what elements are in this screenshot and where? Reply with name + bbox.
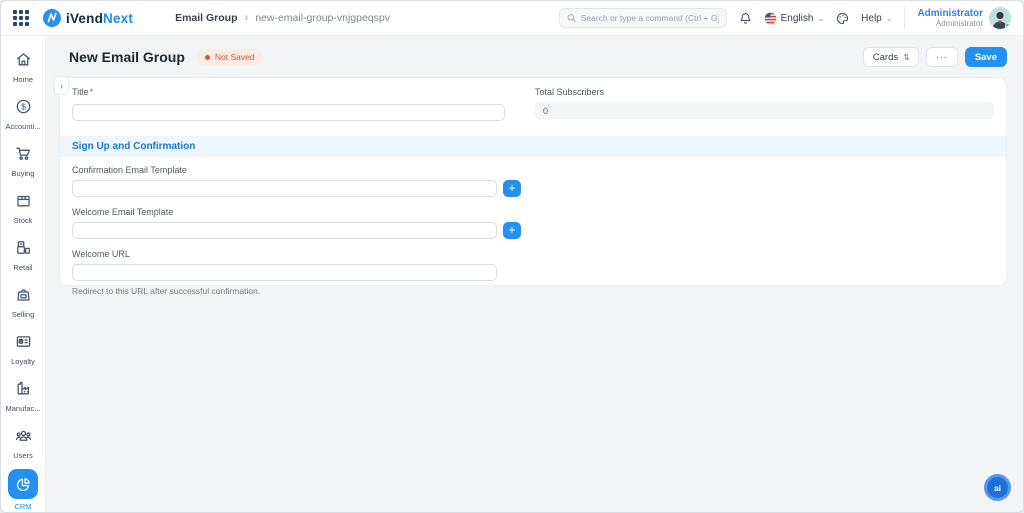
welcome-url-description: Redirect to this URL after successful co… xyxy=(72,285,261,296)
home-icon xyxy=(9,46,37,72)
ellipsis-icon: ··· xyxy=(935,51,948,62)
section-title: Sign Up and Confirmation xyxy=(72,141,196,152)
workspace-sidebar: Home $ Accounti... Buying Stock Retail S… xyxy=(1,36,46,512)
shopping-bag-icon xyxy=(9,281,37,307)
notifications-bell-icon[interactable] xyxy=(739,12,752,25)
language-label: English xyxy=(780,12,814,24)
search-input[interactable] xyxy=(580,13,719,23)
title-input[interactable] xyxy=(72,103,505,121)
sidebar-item-crm[interactable]: CRM xyxy=(1,469,46,511)
welcome-email-template-input[interactable] xyxy=(72,221,497,239)
accounting-icon: $ xyxy=(9,93,37,119)
avatar[interactable] xyxy=(989,7,1011,29)
plus-icon: + xyxy=(508,222,516,237)
sidebar-item-accounting[interactable]: $ Accounti... xyxy=(1,93,46,131)
app-launcher-icon[interactable] xyxy=(13,10,29,26)
global-search[interactable] xyxy=(558,8,727,28)
status-dot-icon xyxy=(204,54,210,60)
breadcrumb-parent[interactable]: Email Group xyxy=(175,12,237,24)
total-subscribers-label: Total Subscribers xyxy=(535,87,605,97)
sidebar-item-users[interactable]: Users xyxy=(1,422,46,460)
chevron-right-icon: › xyxy=(60,80,63,91)
form-row-top: Title* Total Subscribers 0 xyxy=(60,78,1006,136)
crm-pie-icon xyxy=(8,469,38,499)
add-confirmation-template-button[interactable]: + xyxy=(503,179,521,197)
breadcrumb-separator-icon: › xyxy=(244,12,249,24)
help-menu[interactable]: Help ⌄ xyxy=(861,13,892,24)
box-icon xyxy=(9,187,37,213)
field-confirmation-email-template: Confirmation Email Template + xyxy=(72,165,521,197)
language-selector[interactable]: English ⌄ xyxy=(763,11,825,25)
sidebar-item-retail[interactable]: Retail xyxy=(1,234,46,272)
pos-terminal-icon xyxy=(9,234,37,260)
factory-icon xyxy=(9,375,37,401)
app-logo[interactable]: iVendNext xyxy=(43,9,133,27)
online-status-dot xyxy=(1005,23,1011,29)
logo-icon xyxy=(43,9,61,27)
page-title: New Email Group xyxy=(69,49,185,65)
section-signup-confirmation: Sign Up and Confirmation xyxy=(60,135,1006,157)
status-badge: Not Saved xyxy=(196,49,263,65)
logo-text: iVendNext xyxy=(66,10,134,26)
sidebar-expand-toggle[interactable]: › xyxy=(54,76,69,95)
page-header: New Email Group Not Saved Cards ⇅ ··· Sa… xyxy=(69,47,1007,67)
field-welcome-email-template: Welcome Email Template + xyxy=(72,207,521,239)
sidebar-item-stock[interactable]: Stock xyxy=(1,187,46,225)
save-button[interactable]: Save xyxy=(964,47,1007,67)
welcome-url-label: Welcome URL xyxy=(72,248,130,259)
app-window: iVendNext Email Group › new-email-group-… xyxy=(0,0,1024,513)
main-content: New Email Group Not Saved Cards ⇅ ··· Sa… xyxy=(46,36,1023,512)
breadcrumb-current: new-email-group-vnjgpeqspv xyxy=(255,12,391,24)
user-name: Administrator xyxy=(917,7,983,19)
top-navbar: iVendNext Email Group › new-email-group-… xyxy=(1,1,1023,36)
svg-text:$: $ xyxy=(21,101,26,111)
id-card-icon xyxy=(9,328,37,354)
total-subscribers-value: 0 xyxy=(535,102,994,119)
form-fields: Confirmation Email Template + Welcome Em… xyxy=(60,157,533,296)
field-welcome-url: Welcome URL Redirect to this URL after s… xyxy=(72,249,521,296)
title-field-label: Title* xyxy=(72,87,94,97)
confirmation-email-template-input[interactable] xyxy=(72,179,497,197)
divider xyxy=(904,7,906,29)
plus-icon: + xyxy=(508,180,516,195)
ai-assistant-button[interactable]: ai xyxy=(984,474,1011,501)
sidebar-item-buying[interactable]: Buying xyxy=(1,140,46,178)
user-menu[interactable]: Administrator Administrator xyxy=(917,7,1011,29)
more-options-button[interactable]: ··· xyxy=(925,47,958,67)
chevron-down-icon: ⌄ xyxy=(885,13,893,23)
add-welcome-template-button[interactable]: + xyxy=(503,221,521,239)
breadcrumb: Email Group › new-email-group-vnjgpeqspv xyxy=(175,12,390,24)
search-icon xyxy=(567,14,576,23)
cart-icon xyxy=(9,140,37,166)
users-icon xyxy=(9,422,37,448)
form-card: › Title* Total Subscribers 0 Sign Up and… xyxy=(54,76,1007,296)
view-switcher-button[interactable]: Cards ⇅ xyxy=(862,47,919,67)
sidebar-item-selling[interactable]: Selling xyxy=(1,281,46,319)
help-label: Help xyxy=(861,12,882,24)
required-marker: * xyxy=(89,87,94,97)
sidebar-item-manufacturing[interactable]: Manufac... xyxy=(1,375,46,413)
welcome-email-template-label: Welcome Email Template xyxy=(72,206,174,217)
theme-palette-icon[interactable] xyxy=(836,12,849,25)
user-role: Administrator xyxy=(935,19,983,29)
flag-us-icon xyxy=(763,11,777,25)
sort-arrows-icon: ⇅ xyxy=(903,52,910,62)
sidebar-item-loyalty[interactable]: Loyalty xyxy=(1,328,46,366)
confirmation-email-template-label: Confirmation Email Template xyxy=(72,164,187,175)
welcome-url-input[interactable] xyxy=(72,263,497,281)
sidebar-item-home[interactable]: Home xyxy=(1,46,46,84)
chevron-down-icon: ⌄ xyxy=(817,13,825,23)
